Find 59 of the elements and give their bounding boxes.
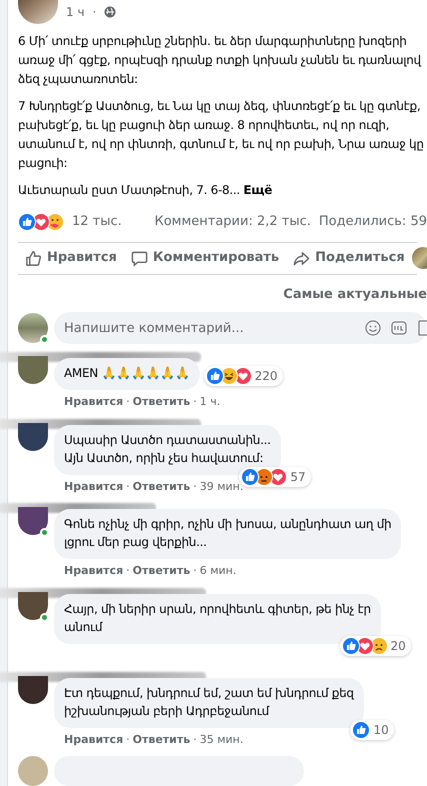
share-button[interactable]: Поделиться — [286, 242, 412, 274]
like-link[interactable]: Нравится — [64, 563, 124, 580]
commenter-avatar[interactable] — [18, 507, 48, 535]
like-link[interactable]: Нравится — [64, 732, 124, 748]
commenter-avatar[interactable] — [18, 422, 48, 450]
post-paragraph: 7 Խնդրեցէ՛ք Աստծուց, եւ Նա կը տայ ձեզ, փնտռեցէ՛ք եւ կը գտնէք, բախեցէ՛ք, եւ կը բացուի ձեր առաջ. 8 որովհետեւ, ով որ ուզի, ստանում է, ով որ փնտռի, գտնում է, եւ ով որ բախի, Նրա առաջ կը բացուի: — [18, 98, 424, 172]
share-arrow-icon — [293, 250, 310, 266]
reaction-count: 10 — [373, 722, 390, 738]
like-link[interactable]: Нравится — [64, 394, 124, 410]
post-paragraph: 6 Մի՛ տուէք սրբութիւնը շներին. եւ ձեր մարգարիտները խոզերի առաջ մի՛ գցէք, որպէսզի դրանք ոտքի կոխան չանեն եւ դառնալով ձեզ չպատառոտեն: — [18, 33, 421, 88]
sort-dropdown[interactable]: Самые актуальные — [283, 284, 427, 304]
comment-bubble: Էտ դեպքում, խնդրում եմ, շատ եմ խնդրում քեզ իշխանության բերի Ադրբեջանում — [54, 678, 364, 728]
like-link[interactable]: Нравится — [64, 478, 124, 495]
comments-count[interactable]: Комментарии: 2,2 тыс. — [154, 212, 311, 232]
thumbs-up-icon — [25, 250, 42, 266]
profile-selector-avatar[interactable] — [412, 247, 427, 269]
post-time[interactable]: 1 ч — [66, 3, 85, 21]
reaction-count: 20 — [390, 638, 407, 654]
separator-dot: · — [92, 4, 96, 21]
reaction-count[interactable]: 12 тыс. — [72, 212, 122, 232]
comment-time[interactable]: 6 мин. — [200, 563, 236, 580]
globe-icon — [104, 6, 116, 18]
shares-count[interactable]: Поделились: 59 — [318, 212, 427, 232]
separator-dot: · — [126, 394, 130, 410]
comment-bubble: Գոնե ոչինչ մի գրիր, ոչին մի խոսա, անընդհատ աղ մի լցրու մեր բաց վերքին... — [54, 509, 402, 559]
separator-dot: · — [193, 394, 197, 410]
reaction-pill[interactable]: 10 — [350, 720, 394, 740]
reply-link[interactable]: Ответить — [132, 563, 190, 580]
reply-link[interactable]: Ответить — [132, 732, 190, 748]
commenter-avatar[interactable] — [18, 676, 48, 704]
see-more-link[interactable]: Ещё — [243, 183, 272, 197]
comment-bubble: AMEN 🙏🙏🙏🙏🙏🙏 — [54, 358, 200, 390]
separator-dot: · — [193, 563, 197, 579]
commenter-avatar[interactable] — [18, 592, 48, 620]
emoji-icon[interactable] — [365, 320, 381, 336]
gif-icon[interactable] — [391, 321, 407, 335]
comment-time[interactable]: 35 мин. — [200, 732, 244, 748]
reply-link[interactable]: Ответить — [132, 478, 190, 495]
comment-time[interactable]: 1 ч. — [200, 394, 220, 410]
speech-bubble-icon — [130, 250, 148, 266]
reaction-pill[interactable]: 57 — [239, 466, 311, 486]
comment-bubble: Հայր, մի ներիր սրան, որովհետև գիտեր, թե ինչ էր անում — [54, 594, 381, 644]
comment-button[interactable]: Комментировать — [124, 242, 286, 274]
reply-link[interactable]: Ответить — [132, 394, 190, 410]
separator-dot: · — [193, 478, 197, 494]
author-avatar[interactable] — [18, 0, 58, 24]
reaction-count: 57 — [290, 468, 307, 486]
comment-bubble: Սպասիր Աստծո դատաստանին... Այն Աստծո, որին չես հավատում: — [54, 424, 281, 474]
separator-dot: · — [126, 478, 130, 494]
reaction-pill[interactable]: 220 — [204, 366, 283, 386]
like-button[interactable]: Нравится — [18, 242, 124, 274]
separator-dot: · — [193, 732, 197, 748]
reaction-count: 220 — [254, 368, 279, 385]
separator-dot: · — [126, 732, 130, 748]
reaction-pill[interactable]: 20 — [340, 636, 411, 656]
user-avatar[interactable] — [18, 313, 48, 343]
comment-field[interactable]: Напишите комментарий... — [54, 312, 427, 344]
post-paragraph: Աւետարան ըստ Մատթէոսի, 7. 6-8... Ещё — [18, 182, 272, 199]
separator-dot: · — [126, 563, 130, 579]
